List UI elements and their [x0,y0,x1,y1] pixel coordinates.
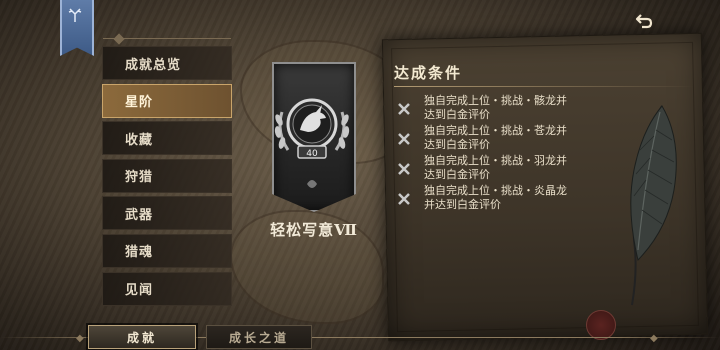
x-mark-icon [398,193,410,205]
menu-item-label: 武器 [125,207,154,223]
menu-item-star-rank[interactable]: 星阶 [102,83,232,118]
tab-label: 成就 [126,330,157,345]
tab-achievements[interactable]: 成就 [88,325,196,349]
condition-item: 独自完成上位・挑战・炎晶龙 并达到白金评价 [396,184,596,214]
achievement-category-menu: 成就总览 星阶 收藏 狩猎 武器 猎魂 见闻 [102,46,232,309]
condition-item: 独自完成上位・挑战・羽龙并 达到白金评价 [396,154,596,184]
menu-item-label: 猎魂 [125,245,154,261]
x-mark-icon [398,133,410,145]
menu-item-overview[interactable]: 成就总览 [102,46,232,80]
menu-item-label: 星阶 [125,95,154,111]
antler-crest-icon [67,6,83,24]
dragon-crest-icon: 40 [274,98,350,188]
conditions-list: 独自完成上位・挑战・骸龙并 达到白金评价 独自完成上位・挑战・苍龙并 达到白金评价 … [396,94,596,214]
emblem-level: 40 [306,149,318,159]
menu-item-lore[interactable]: 见闻 [102,271,232,306]
achievement-emblem: 40 [262,62,362,212]
tab-growth-path[interactable]: 成长之道 [206,325,312,349]
condition-item: 独自完成上位・挑战・骸龙并 达到白金评价 [396,94,596,124]
tab-ornament: ◆ [76,333,84,344]
condition-text: 独自完成上位・挑战・骸龙并 达到白金评价 [424,94,567,121]
wax-seal [586,310,616,340]
tab-label: 成长之道 [228,330,289,345]
menu-item-label: 成就总览 [125,57,182,73]
condition-text: 独自完成上位・挑战・炎晶龙 并达到白金评价 [424,184,567,211]
menu-item-label: 见闻 [125,283,154,299]
menu-item-hunter-soul[interactable]: 猎魂 [102,233,232,268]
condition-text: 独自完成上位・挑战・羽龙并 达到白金评价 [424,154,567,181]
menu-item-hunting[interactable]: 狩猎 [102,158,232,193]
menu-item-label: 狩猎 [125,170,154,186]
feather-quill-icon [630,105,677,306]
achievement-title: 轻松写意Ⅶ [270,221,358,239]
x-mark-icon [398,103,410,115]
back-button[interactable] [632,10,656,32]
menu-item-label: 收藏 [125,132,154,148]
menu-item-collection[interactable]: 收藏 [102,121,232,156]
conditions-divider [394,86,694,87]
condition-text: 独自完成上位・挑战・苍龙并 达到白金评价 [424,124,567,151]
tab-ornament: ◆ [650,333,658,344]
back-arrow-icon [635,14,653,29]
condition-item: 独自完成上位・挑战・苍龙并 达到白金评价 [396,124,596,154]
menu-item-weapons[interactable]: 武器 [102,196,232,231]
x-mark-icon [398,163,410,175]
conditions-header: 达成条件 [394,64,463,82]
